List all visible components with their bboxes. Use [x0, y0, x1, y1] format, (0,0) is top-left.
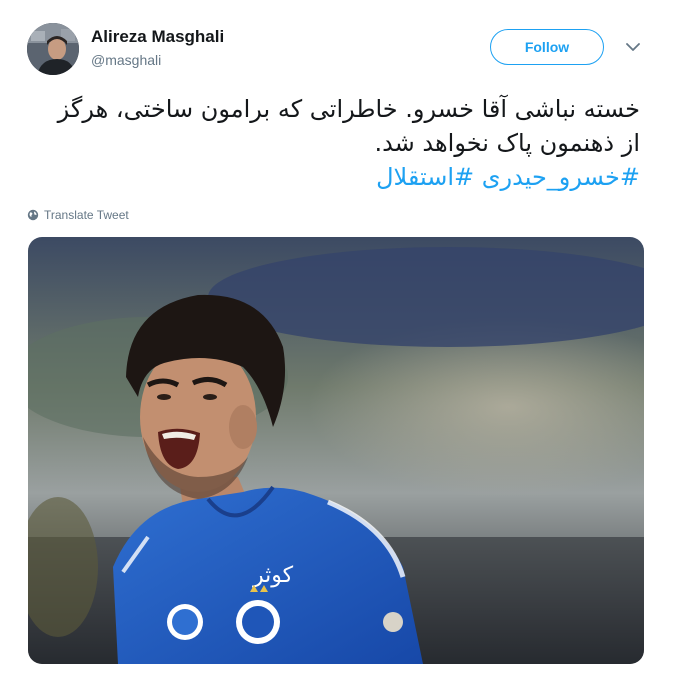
username[interactable]: @masghali — [91, 52, 161, 68]
shirt-sponsor-text: کوثر — [252, 563, 294, 588]
hashtag-link[interactable]: #استقلال — [376, 163, 474, 191]
tweet-text-line-2: از ذهنمون پاک نخواهد شد. — [374, 129, 640, 157]
avatar-image — [27, 23, 79, 75]
tweet-text: خسته نباشی آقا خسرو. خاطراتی که برامون س… — [30, 92, 640, 194]
hashtag-link[interactable]: #خسرو_حیدری — [482, 163, 640, 191]
display-name[interactable]: Alireza Masghali — [91, 27, 224, 47]
tweet-text-line-1: خسته نباشی آقا خسرو. خاطراتی که برامون س… — [57, 95, 640, 123]
tweet-card: Alireza Masghali @masghali Follow خسته ن… — [0, 0, 674, 674]
avatar[interactable] — [27, 23, 79, 75]
translate-tweet-link[interactable]: Translate Tweet — [27, 208, 129, 222]
hashtag-row: #خسرو_حیدری #استقلال — [30, 160, 640, 194]
football-player-photo: کوثر — [28, 237, 644, 664]
follow-button[interactable]: Follow — [490, 29, 604, 65]
globe-icon — [27, 209, 39, 221]
translate-tweet-label: Translate Tweet — [44, 208, 129, 222]
tweet-photo[interactable]: کوثر — [28, 237, 644, 664]
chevron-down-icon[interactable] — [624, 38, 642, 56]
